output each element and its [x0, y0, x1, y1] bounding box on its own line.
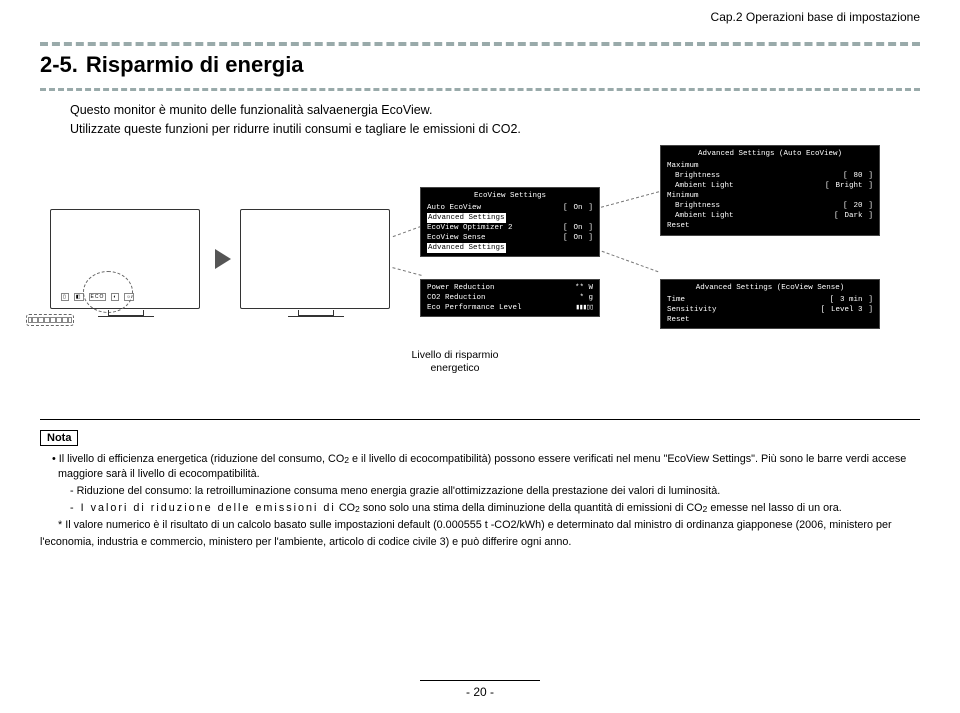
page: Cap.2 Operazioni base di impostazione 2-… [0, 0, 960, 551]
connector-2 [392, 267, 421, 276]
osd-title: EcoView Settings [427, 191, 593, 201]
connector-4 [602, 250, 659, 271]
nota-p2: - Riduzione del consumo: la retroillumin… [52, 484, 920, 500]
monitor-illustration-left: ▯◧ECO◐☼ [50, 209, 200, 309]
intro-text: Questo monitor è munito delle funzionali… [70, 101, 920, 139]
nota-p1: • Il livello di efficienza energetica (r… [52, 452, 920, 484]
monitor-base [98, 316, 154, 318]
osd-ecoview-sense: Advanced Settings (EcoView Sense) Time[3… [660, 279, 880, 330]
monitor-base-r [288, 316, 344, 318]
footer-rule [420, 680, 540, 681]
highlight-circle [83, 271, 133, 313]
arrow-icon [215, 249, 231, 269]
osd-auto-title: Advanced Settings (Auto EcoView) [667, 149, 873, 159]
monitor-illustration-right [240, 209, 390, 309]
connector-3 [601, 191, 659, 207]
intro-line2: Utilizzate queste funzioni per ridurre i… [70, 120, 920, 139]
osd-auto-ecoview: Advanced Settings (Auto EcoView) Maximum… [660, 145, 880, 236]
divider-top [40, 42, 920, 46]
nota-body: • Il livello di efficienza energetica (r… [52, 452, 920, 552]
section-heading: 2-5. Risparmio di energia [40, 52, 920, 84]
connector-1 [393, 225, 422, 236]
note-rule [40, 419, 920, 420]
intro-line1: Questo monitor è munito delle funzionali… [70, 101, 920, 120]
osd-power-reduction: Power Reduction** W CO2 Reduction* g Eco… [420, 279, 600, 317]
figure: ▯◧ECO◐☼ EcoView Settings Auto EcoView[On… [60, 149, 920, 409]
osd-sense-title: Advanced Settings (EcoView Sense) [667, 283, 873, 293]
chapter-header: Cap.2 Operazioni base di impostazione [40, 10, 920, 24]
nota-p4b: l'economia, industria e commercio, minis… [40, 535, 920, 551]
buttons-callout [26, 314, 74, 326]
nota-p3: - I valori di riduzione delle emissioni … [52, 501, 920, 517]
section-number: 2-5. [40, 52, 78, 78]
divider-under-title [40, 88, 920, 91]
nota-p4a: * Il valore numerico è il risultato di u… [52, 518, 920, 534]
nota-label: Nota [40, 430, 78, 446]
page-footer: - 20 - [0, 680, 960, 699]
osd-ecoview-settings: EcoView Settings Auto EcoView[On] Advanc… [420, 187, 600, 258]
page-number: - 20 - [0, 685, 960, 699]
section-title: Risparmio di energia [86, 52, 304, 78]
figure-caption: Livello di risparmio energetico [395, 349, 515, 376]
